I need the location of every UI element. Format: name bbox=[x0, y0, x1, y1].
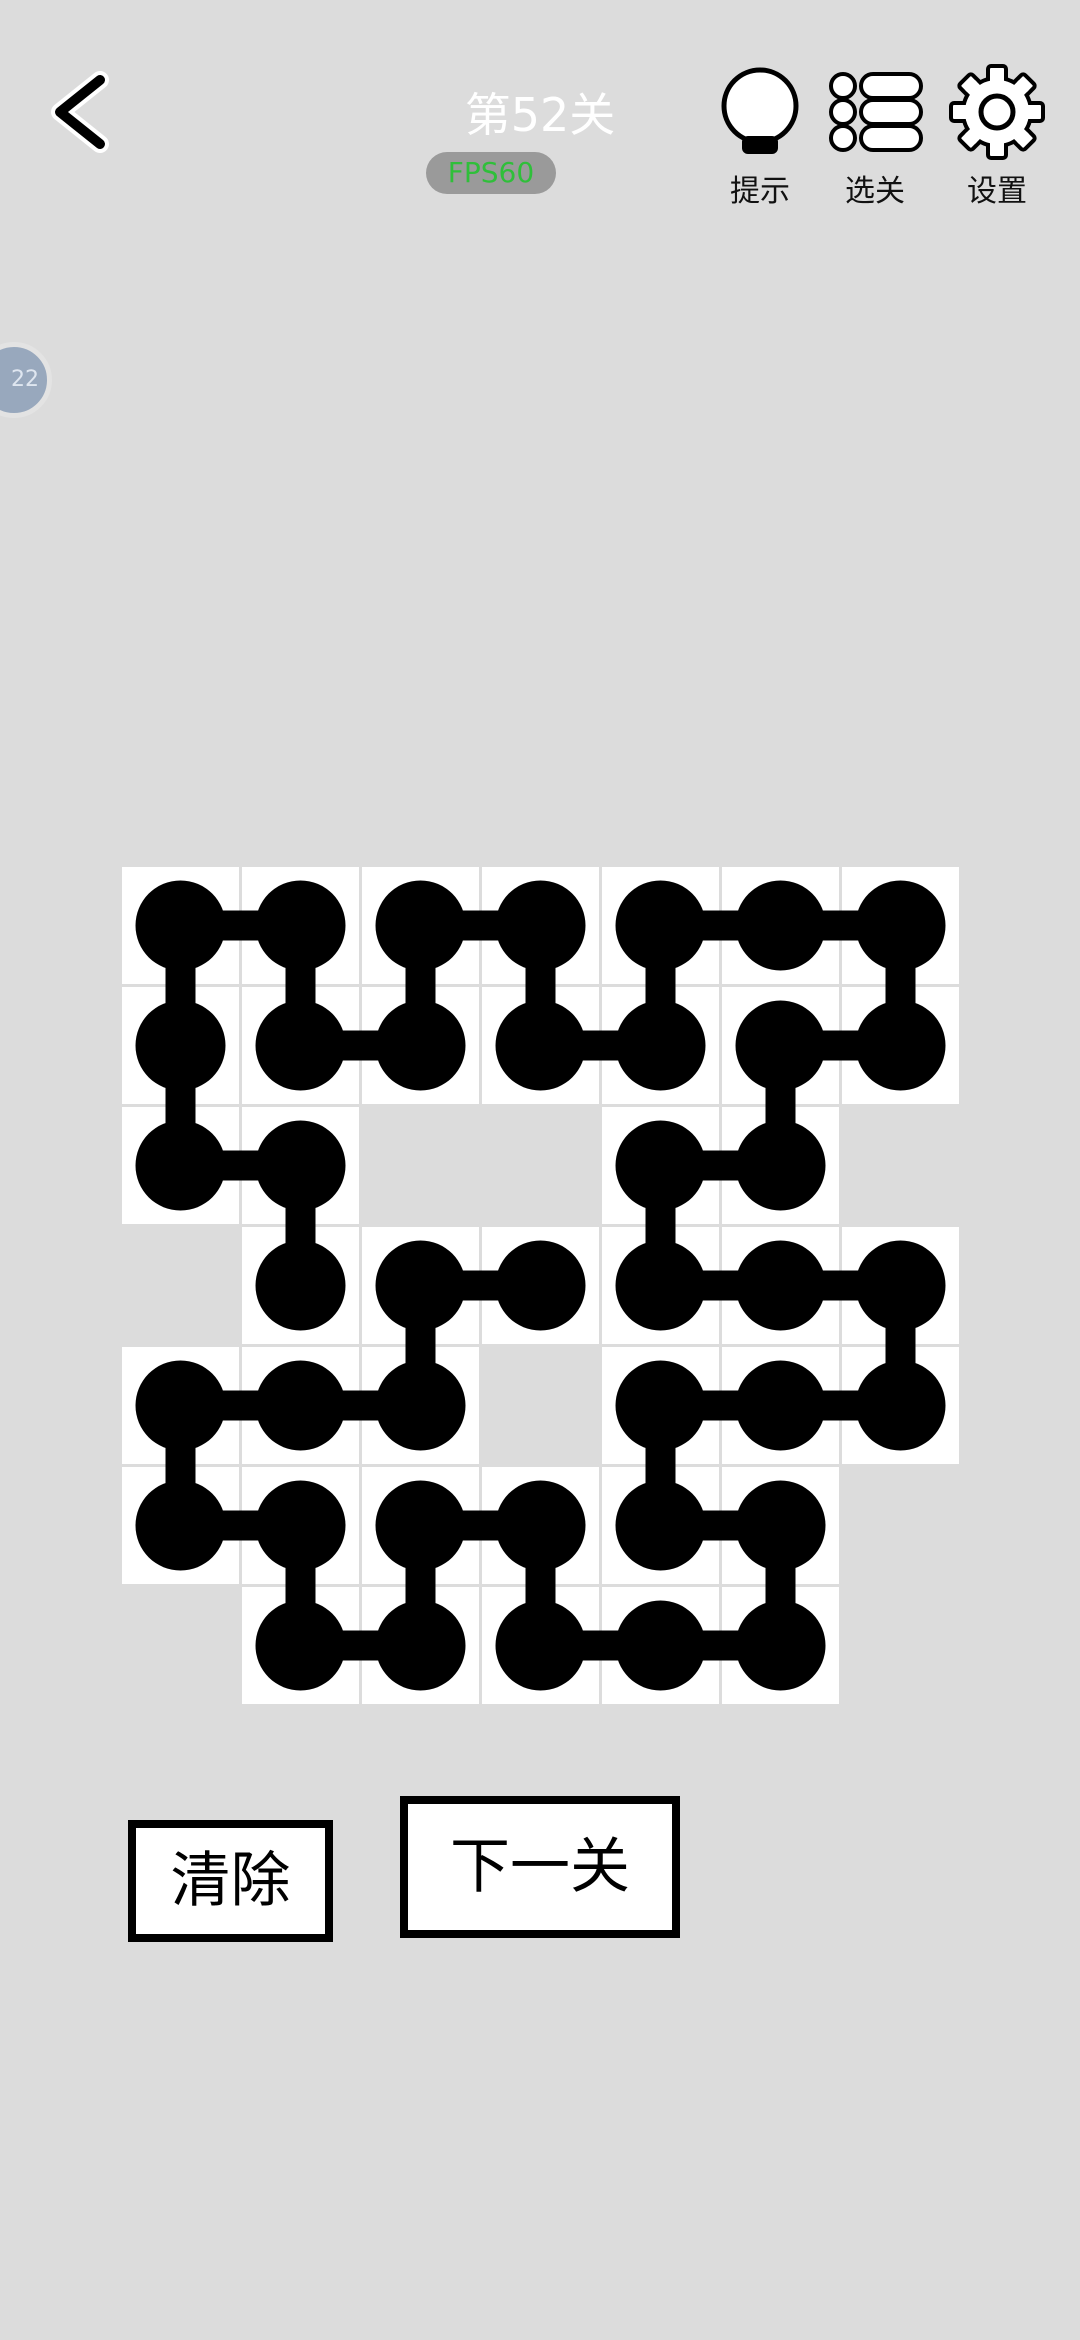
path-node[interactable] bbox=[255, 1000, 346, 1091]
path-node[interactable] bbox=[255, 880, 346, 971]
path-node[interactable] bbox=[735, 1600, 826, 1691]
path-node[interactable] bbox=[855, 1240, 946, 1331]
puzzle-board bbox=[0, 0, 1080, 2340]
path-node[interactable] bbox=[855, 1360, 946, 1451]
path-node[interactable] bbox=[255, 1600, 346, 1691]
path-node[interactable] bbox=[495, 1240, 586, 1331]
path-node[interactable] bbox=[375, 1360, 466, 1451]
settings-button[interactable]: 设置 bbox=[937, 62, 1057, 212]
hint-button[interactable]: 提示 bbox=[700, 62, 820, 212]
path-node[interactable] bbox=[255, 1120, 346, 1211]
path-node[interactable] bbox=[495, 1480, 586, 1571]
path-node[interactable] bbox=[735, 880, 826, 971]
path-node[interactable] bbox=[255, 1240, 346, 1331]
fps-badge: FPS60 bbox=[426, 152, 556, 194]
path-node[interactable] bbox=[615, 1600, 706, 1691]
path-node[interactable] bbox=[615, 1120, 706, 1211]
gear-icon bbox=[949, 64, 1045, 160]
path-node[interactable] bbox=[615, 1240, 706, 1331]
path-node[interactable] bbox=[135, 1480, 226, 1571]
puzzle-grid bbox=[122, 867, 959, 1704]
path-node[interactable] bbox=[135, 880, 226, 971]
path-node[interactable] bbox=[855, 880, 946, 971]
hint-label: 提示 bbox=[730, 174, 790, 209]
path-node[interactable] bbox=[615, 880, 706, 971]
next-level-button[interactable]: 下一关 bbox=[400, 1796, 680, 1938]
path-node[interactable] bbox=[375, 880, 466, 971]
path-node[interactable] bbox=[375, 1480, 466, 1571]
path-node[interactable] bbox=[735, 1000, 826, 1091]
back-button[interactable] bbox=[38, 62, 128, 162]
path-node[interactable] bbox=[615, 1480, 706, 1571]
path-node[interactable] bbox=[255, 1360, 346, 1451]
path-node[interactable] bbox=[495, 880, 586, 971]
path-node[interactable] bbox=[135, 1120, 226, 1211]
path-node[interactable] bbox=[735, 1120, 826, 1211]
path-node[interactable] bbox=[495, 1000, 586, 1091]
path-node[interactable] bbox=[255, 1480, 346, 1571]
path-node[interactable] bbox=[375, 1600, 466, 1691]
settings-label: 设置 bbox=[967, 174, 1027, 209]
path-node[interactable] bbox=[615, 1000, 706, 1091]
path-node[interactable] bbox=[135, 1360, 226, 1451]
path-node[interactable] bbox=[735, 1480, 826, 1571]
level-select-button[interactable]: 选关 bbox=[815, 62, 935, 212]
path-node[interactable] bbox=[495, 1600, 586, 1691]
path-node[interactable] bbox=[375, 1000, 466, 1091]
path-node[interactable] bbox=[735, 1360, 826, 1451]
floating-assist-badge[interactable]: 22 bbox=[0, 342, 52, 418]
path-node[interactable] bbox=[375, 1240, 466, 1331]
list-icon bbox=[829, 72, 923, 152]
clear-button[interactable]: 清除 bbox=[128, 1820, 333, 1942]
path-node[interactable] bbox=[615, 1360, 706, 1451]
path-node[interactable] bbox=[855, 1000, 946, 1091]
level-title: 第52关 bbox=[464, 88, 616, 142]
path-node[interactable] bbox=[135, 1000, 226, 1091]
levels-label: 选关 bbox=[845, 174, 905, 209]
back-arrow-icon bbox=[51, 71, 109, 153]
path-node[interactable] bbox=[735, 1240, 826, 1331]
lightbulb-icon bbox=[721, 67, 799, 154]
